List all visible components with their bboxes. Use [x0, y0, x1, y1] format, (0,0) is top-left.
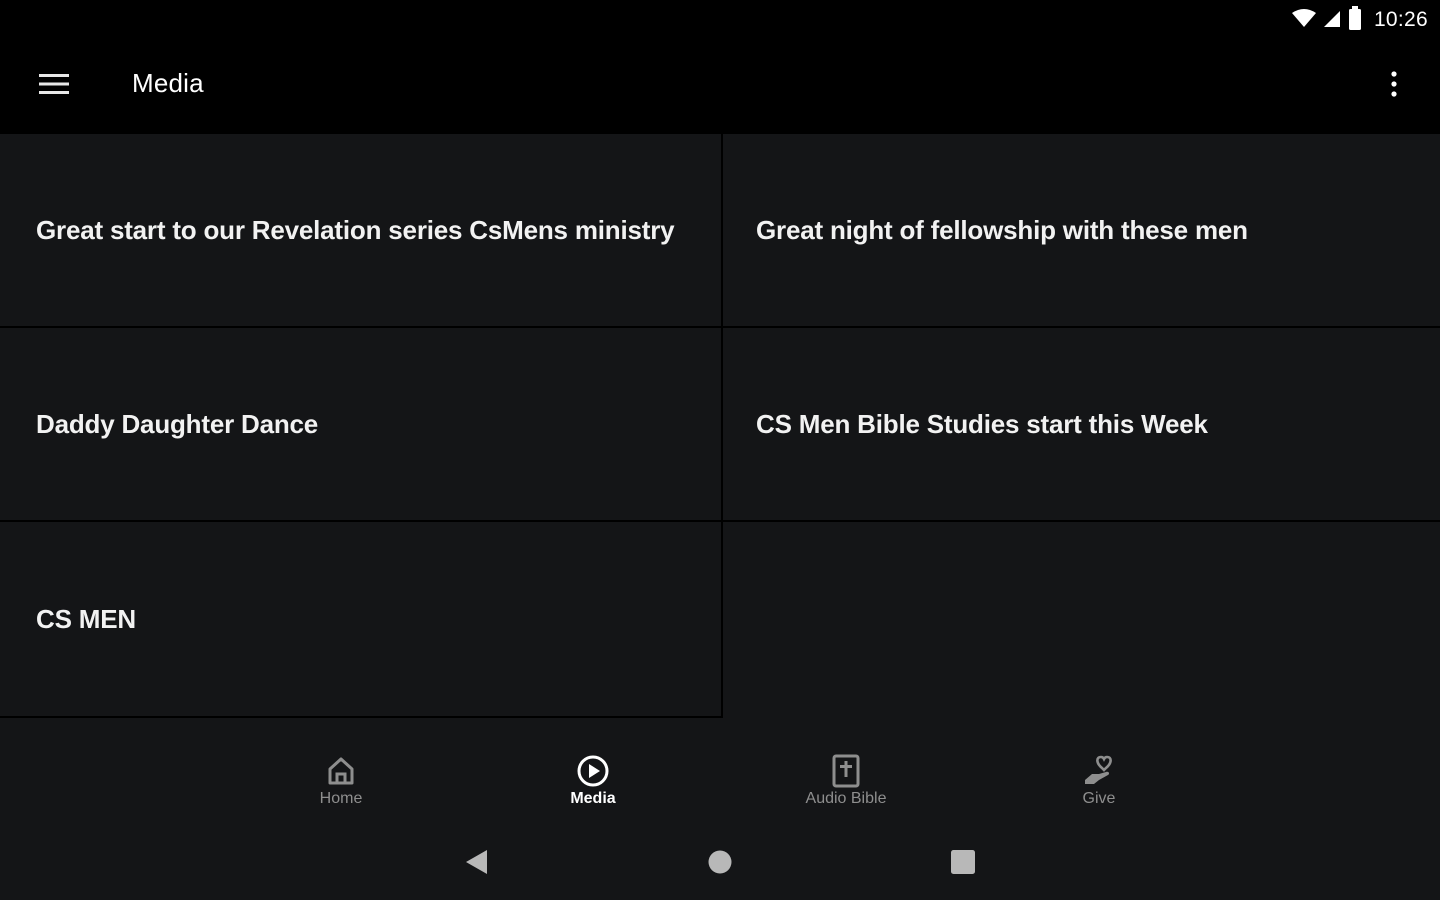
- nav-item-media[interactable]: Media: [513, 754, 673, 824]
- system-back-button[interactable]: [454, 844, 498, 884]
- nav-label-media: Media: [570, 790, 616, 807]
- media-card-title: CS MEN: [36, 603, 136, 634]
- media-card[interactable]: Daddy Daughter Dance: [0, 328, 721, 520]
- home-icon: [324, 754, 358, 788]
- recents-square-icon: [950, 849, 976, 880]
- back-triangle-icon: [463, 848, 489, 881]
- system-navigation-bar: [0, 830, 1440, 900]
- status-bar: 10:26: [0, 0, 1440, 40]
- media-card-title: Great night of fellowship with these men: [756, 214, 1248, 245]
- empty-grid-cell: [723, 522, 1440, 718]
- bottom-navigation: Home Media Audio Bible Give: [0, 718, 1440, 830]
- nav-item-give[interactable]: Give: [1019, 754, 1179, 824]
- give-hand-heart-icon: [1082, 754, 1116, 788]
- nav-label-home: Home: [319, 790, 363, 807]
- media-grid: Great start to our Revelation series CsM…: [0, 132, 1440, 718]
- more-vert-icon: [1390, 70, 1398, 103]
- media-card[interactable]: Great night of fellowship with these men: [723, 134, 1440, 326]
- system-recents-button[interactable]: [941, 844, 985, 884]
- overflow-menu-button[interactable]: [1374, 64, 1414, 108]
- cell-signal-icon: [1322, 8, 1342, 33]
- status-time: 10:26: [1373, 8, 1428, 31]
- media-card[interactable]: Great start to our Revelation series CsM…: [0, 134, 721, 326]
- media-card-title: Daddy Daughter Dance: [36, 408, 319, 439]
- nav-item-home[interactable]: Home: [261, 754, 421, 824]
- system-home-button[interactable]: [698, 844, 742, 884]
- nav-item-audio-bible[interactable]: Audio Bible: [766, 754, 926, 824]
- menu-button[interactable]: [30, 66, 78, 106]
- media-card[interactable]: CS Men Bible Studies start this Week: [723, 328, 1440, 520]
- app-bar: Media: [0, 40, 1440, 132]
- bible-icon: [829, 754, 863, 788]
- battery-icon: [1348, 5, 1362, 35]
- wifi-icon: [1291, 8, 1316, 33]
- status-icons: 10:26: [1291, 5, 1428, 35]
- page-title: Media: [132, 68, 204, 98]
- media-card[interactable]: CS MEN: [0, 522, 721, 716]
- play-circle-icon: [576, 754, 610, 788]
- media-card-title: CS Men Bible Studies start this Week: [756, 408, 1208, 439]
- home-circle-icon: [707, 849, 733, 880]
- nav-label-give: Give: [1082, 790, 1116, 807]
- hamburger-menu-icon: [39, 73, 69, 100]
- media-card-title: Great start to our Revelation series CsM…: [36, 214, 675, 245]
- nav-label-audio-bible: Audio Bible: [805, 790, 887, 807]
